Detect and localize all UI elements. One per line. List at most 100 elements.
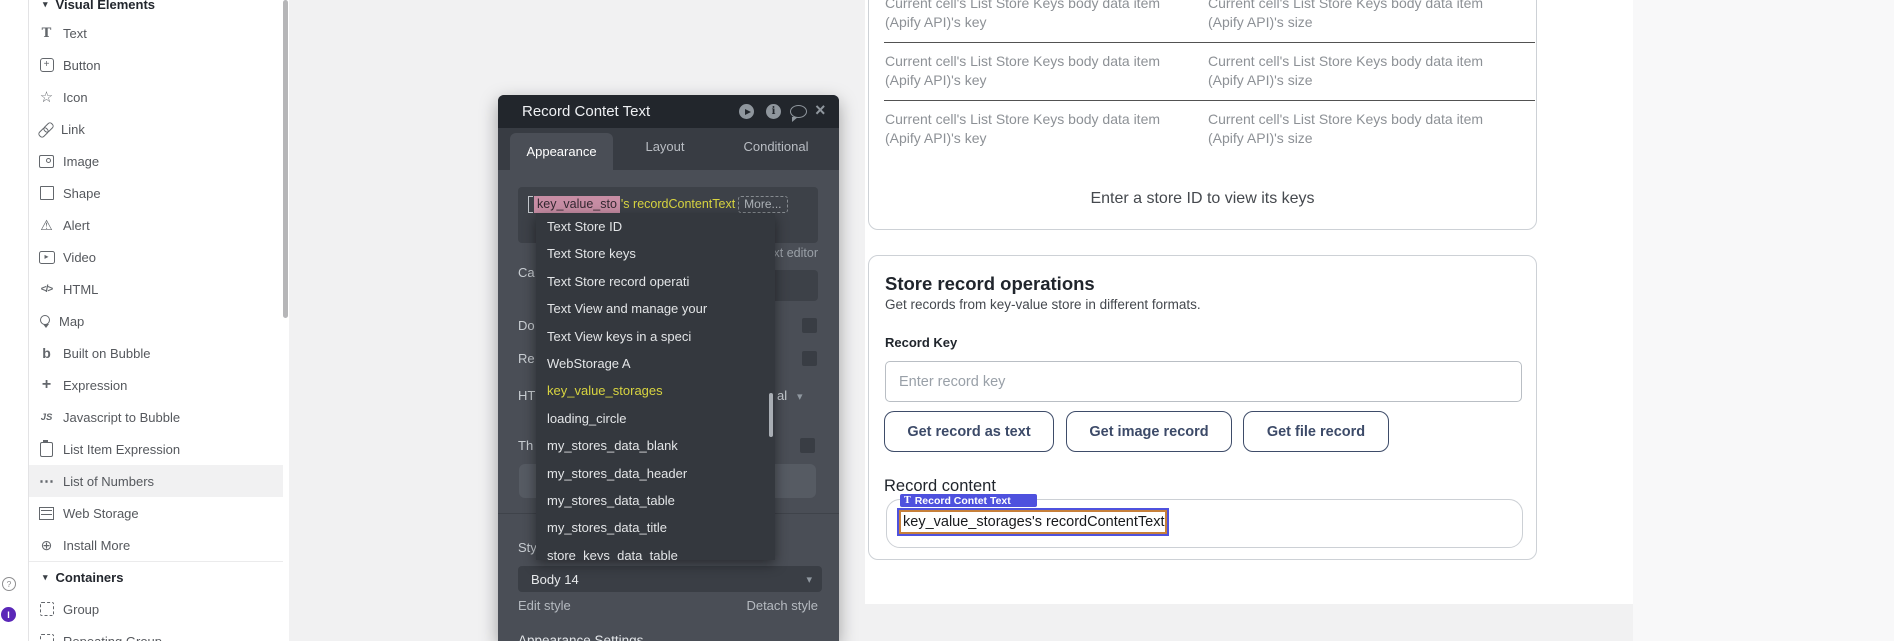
video-icon [38,249,55,266]
tab-layout[interactable]: Layout [620,139,710,154]
style-section-label: Sty [518,540,537,555]
sidebar-item-shape[interactable]: Shape [29,177,283,209]
cursor-bracket [528,196,533,213]
group-icon [38,601,55,618]
dropdown-option[interactable]: my_stores_data_header [536,460,775,487]
sidebar-item-button[interactable]: Button [29,49,283,81]
html-tag-select-value[interactable]: al [777,388,787,403]
shape-icon [38,185,55,202]
record-key-input[interactable] [885,361,1522,402]
install-plus-icon [38,537,55,554]
sidebar-item-map[interactable]: Map [29,305,283,337]
checkbox[interactable] [802,318,817,333]
sidebar-scrollbar[interactable] [283,0,288,318]
advanced-text-editor-link[interactable]: xt editor [774,246,818,260]
sidebar-item-html[interactable]: HTML [29,273,283,305]
sidebar-item-web-storage[interactable]: Web Storage [29,497,283,529]
expression-rest[interactable]: 's recordContentText [621,197,735,211]
dropdown-option[interactable]: Text Store record operati [536,268,775,295]
expression-line[interactable]: key_value_sto 's recordContentText More.… [528,194,788,214]
sidebar-item-link[interactable]: Link [29,113,283,145]
selected-expression-token[interactable]: key_value_sto [534,196,620,213]
checkbox[interactable] [802,351,817,366]
text-icon [38,25,55,42]
sidebar-item-group[interactable]: Group [29,593,283,625]
get-record-as-text-button[interactable]: Get record as text [884,411,1054,452]
field-label-ht: HT [518,388,535,403]
autocomplete-dropdown: Text Store ID Text Store keys Text Store… [536,213,775,560]
sidebar-item-video[interactable]: Video [29,241,283,273]
canvas-background-right [1633,0,1894,641]
selected-text-element[interactable]: key_value_storages's recordContentText [899,510,1167,534]
field-label-do: Do [518,318,535,333]
sidebar-item-icon[interactable]: Icon [29,81,283,113]
alert-icon [38,217,55,234]
empty-state-message: Enter a store ID to view its keys [868,190,1537,208]
dropdown-option[interactable]: WebStorage A [536,350,775,377]
close-icon[interactable]: × [815,100,826,122]
sidebar-item-list-item-expression[interactable]: List Item Expression [29,433,283,465]
dropdown-option[interactable]: Text View keys in a speci [536,323,775,350]
dropdown-option[interactable]: Text Store ID [536,213,775,240]
field-label-ca: Ca [518,265,535,280]
sidebar-item-alert[interactable]: Alert [29,209,283,241]
card-title: Store record operations [885,273,1095,295]
chevron-down-icon: ▾ [43,572,48,583]
html-icon [38,281,55,298]
preview-play-icon[interactable] [739,104,754,119]
dropdown-option[interactable]: my_stores_data_title [536,514,775,541]
bubble-editor: ? I ▾ Visual Elements Text Button Icon L… [0,0,1894,641]
sidebar-item-install-more[interactable]: Install More [29,529,283,561]
dropdown-option[interactable]: store_keys_data_table [536,542,775,560]
intercom-icon[interactable]: I [1,607,16,622]
dropdown-scrollbar[interactable] [769,393,773,437]
sidebar-item-repeating-group[interactable]: Repeating Group [29,625,283,641]
rg-cell-size[interactable]: Current cell's List Store Keys body data… [1208,110,1530,148]
rg-cell-key[interactable]: Current cell's List Store Keys body data… [885,110,1207,148]
get-image-record-button[interactable]: Get image record [1066,411,1232,452]
tab-appearance[interactable]: Appearance [510,133,613,170]
dropdown-option[interactable]: Text View and manage your [536,295,775,322]
comment-icon[interactable] [790,105,807,118]
chevron-down-icon[interactable] [797,387,803,405]
map-pin-icon [38,314,51,329]
edit-style-link[interactable]: Edit style [518,598,571,613]
rg-cell-key[interactable]: Current cell's List Store Keys body data… [885,0,1207,32]
dropdown-option[interactable]: my_stores_data_table [536,487,775,514]
link-icon [38,122,53,137]
section-containers[interactable]: ▾ Containers [29,561,283,593]
sidebar-item-image[interactable]: Image [29,145,283,177]
info-icon[interactable] [766,104,781,119]
selected-element-badge[interactable]: T Record Contet Text [900,494,1037,507]
row-divider [884,100,1535,101]
dropdown-option[interactable]: my_stores_data_blank [536,432,775,459]
panel-title: Record Contet Text [522,103,650,120]
help-icon[interactable]: ? [2,577,16,591]
more-button[interactable]: More... [738,196,787,213]
sidebar-item-list-of-numbers[interactable]: List of Numbers [29,465,283,497]
property-editor-panel: Record Contet Text × Appearance Layout C… [498,95,839,641]
field-label-re: Re [518,351,535,366]
dropdown-option[interactable]: loading_circle [536,405,775,432]
dropdown-option-highlighted[interactable]: key_value_storages [536,377,775,404]
image-icon [38,153,55,170]
style-select-value: Body 14 [531,572,806,587]
sidebar-item-text[interactable]: Text [29,17,283,49]
checkbox[interactable] [800,438,815,453]
get-file-record-button[interactable]: Get file record [1243,411,1389,452]
rg-cell-size[interactable]: Current cell's List Store Keys body data… [1208,0,1530,32]
clipboard-icon [38,441,55,458]
dropdown-option[interactable]: Text Store keys [536,240,775,267]
style-select[interactable]: Body 14 [518,566,822,592]
sidebar-item-javascript-to-bubble[interactable]: Javascript to Bubble [29,401,283,433]
bubble-icon [38,345,55,362]
sidebar-item-expression[interactable]: Expression [29,369,283,401]
storage-icon [38,505,55,522]
detach-style-link[interactable]: Detach style [746,598,818,613]
sidebar-item-built-on-bubble[interactable]: Built on Bubble [29,337,283,369]
tab-conditional[interactable]: Conditional [731,139,821,154]
star-icon [38,89,55,106]
dots-icon [38,473,55,490]
rg-cell-key[interactable]: Current cell's List Store Keys body data… [885,52,1207,90]
rg-cell-size[interactable]: Current cell's List Store Keys body data… [1208,52,1530,90]
